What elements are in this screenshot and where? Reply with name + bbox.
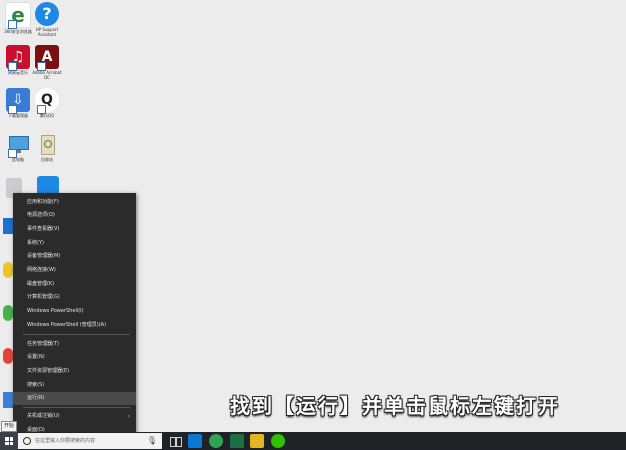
- music-icon: ♫: [6, 45, 30, 71]
- desktop-icon-hp-support[interactable]: ? HP Support Assistant: [29, 2, 65, 37]
- menu-item-device-manager[interactable]: 设备管理器(M): [13, 250, 136, 263]
- menu-item-powershell-admin[interactable]: Windows PowerShell (管理员)(A): [13, 319, 136, 332]
- desktop-icon-partial[interactable]: [3, 392, 13, 408]
- menu-item-run[interactable]: 运行(R): [13, 392, 136, 405]
- start-button[interactable]: [0, 432, 18, 450]
- menu-item-label: 关机或注销(U): [27, 413, 60, 419]
- folder-icon[interactable]: [250, 434, 264, 448]
- wechat-icon[interactable]: [271, 434, 285, 448]
- start-tooltip: 开始: [1, 421, 18, 432]
- menu-item-shutdown-signout[interactable]: 关机或注销(U) ›: [13, 410, 136, 423]
- task-view-button[interactable]: [168, 434, 182, 448]
- search-icon: [23, 437, 31, 445]
- menu-item-power-options[interactable]: 电源选项(O): [13, 209, 136, 222]
- chevron-right-icon: ›: [127, 413, 130, 420]
- browser-icon[interactable]: [209, 434, 223, 448]
- desktop-icon-label: Adobe Acrobat DC: [32, 70, 62, 80]
- menu-separator: [23, 407, 130, 408]
- taskbar: 开始 在这里输入你要搜索的内容 🎙: [0, 421, 626, 450]
- desktop-icon-partial[interactable]: [3, 262, 13, 278]
- menu-item-network-connections[interactable]: 网络连接(W): [13, 264, 136, 277]
- menu-item-search[interactable]: 搜索(S): [13, 379, 136, 392]
- menu-item-event-viewer[interactable]: 事件查看器(V): [13, 223, 136, 236]
- search-placeholder: 在这里输入你要搜索的内容: [35, 438, 96, 444]
- search-box[interactable]: 在这里输入你要搜索的内容 🎙: [18, 433, 162, 449]
- excel-icon[interactable]: [230, 434, 244, 448]
- desktop-icon-partial[interactable]: [3, 218, 13, 234]
- help-icon: ?: [35, 2, 59, 26]
- desktop-icon-label: 回收站: [41, 157, 53, 162]
- browser-icon: e: [5, 2, 31, 29]
- tutorial-caption: 找到【运行】并单击鼠标左键打开: [230, 394, 560, 418]
- recycle-bin-icon: [35, 132, 59, 156]
- computer-icon: [6, 132, 30, 158]
- desktop-icon-label: 腾讯QQ: [39, 113, 55, 118]
- desktop-icon-recycle-bin[interactable]: 回收站: [29, 132, 65, 162]
- menu-item-system[interactable]: 系统(Y): [13, 237, 136, 250]
- menu-item-file-explorer[interactable]: 文件资源管理器(E): [13, 365, 136, 378]
- store-icon[interactable]: [188, 434, 202, 448]
- menu-separator: [23, 334, 130, 335]
- desktop-icon-partial[interactable]: [3, 348, 13, 364]
- menu-item-task-manager[interactable]: 任务管理器(T): [13, 338, 136, 351]
- download-icon: ⇩: [6, 88, 30, 114]
- menu-item-disk-management[interactable]: 磁盘管理(K): [13, 278, 136, 291]
- menu-item-powershell[interactable]: Windows PowerShell(I): [13, 305, 136, 318]
- desktop-icon-qq[interactable]: Q 腾讯QQ: [29, 88, 65, 118]
- desktop-icon-adobe-acrobat[interactable]: A Adobe Acrobat DC: [29, 45, 65, 80]
- penguin-icon: Q: [35, 88, 59, 114]
- microphone-icon[interactable]: 🎙: [147, 436, 157, 446]
- menu-item-computer-management[interactable]: 计算机管理(G): [13, 291, 136, 304]
- desktop-icon-partial[interactable]: [3, 305, 13, 321]
- menu-item-apps-features[interactable]: 应用和功能(F): [13, 196, 136, 209]
- windows-icon: [5, 437, 13, 445]
- pdf-icon: A: [35, 45, 59, 71]
- desktop-icon-label: HP Support Assistant: [35, 27, 59, 37]
- winx-context-menu: 应用和功能(F) 电源选项(O) 事件查看器(V) 系统(Y) 设备管理器(M)…: [13, 193, 136, 440]
- menu-item-settings[interactable]: 设置(N): [13, 351, 136, 364]
